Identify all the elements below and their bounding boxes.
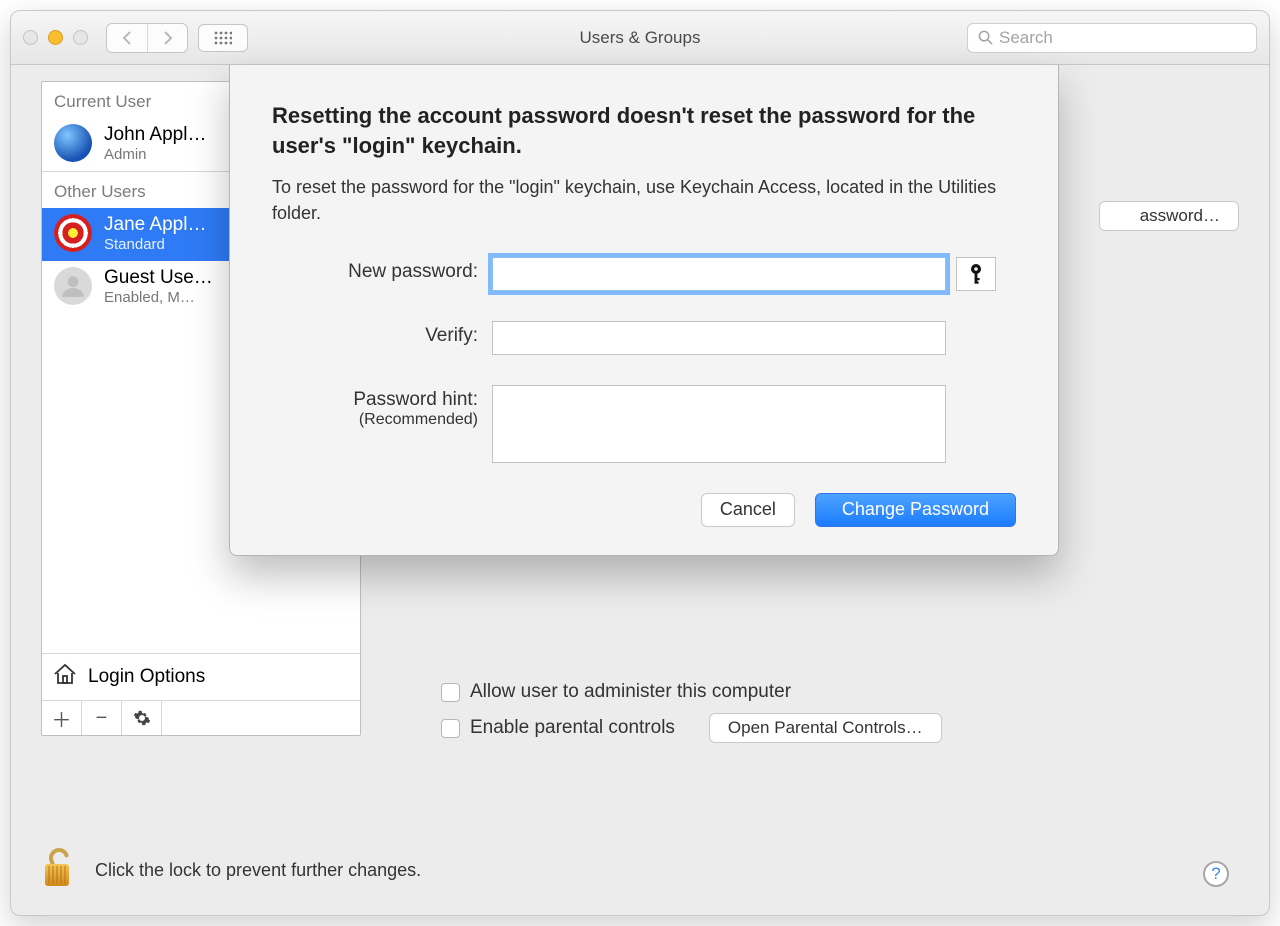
traffic-lights <box>23 30 88 45</box>
minimize-window-button[interactable] <box>48 30 63 45</box>
lock-footer: Click the lock to prevent further change… <box>41 846 1239 895</box>
verify-password-input[interactable] <box>492 321 946 355</box>
avatar-silhouette-icon <box>54 267 92 305</box>
parental-checkbox-label: Enable parental controls <box>470 717 675 739</box>
password-assistant-button[interactable] <box>956 257 996 291</box>
hint-label: Password hint: (Recommended) <box>272 385 492 429</box>
avatar-earth-icon <box>54 124 92 162</box>
search-input[interactable]: Search <box>967 23 1257 53</box>
checkbox-icon[interactable] <box>441 719 460 738</box>
actions-gear-button[interactable] <box>122 701 162 735</box>
pane-options: Allow user to administer this computer E… <box>441 671 1209 753</box>
new-password-label: New password: <box>272 257 492 283</box>
sidebar-tools: ＋ − <box>42 700 360 735</box>
search-icon <box>978 30 993 45</box>
show-all-button[interactable] <box>198 24 248 52</box>
verify-label: Verify: <box>272 321 492 347</box>
search-placeholder: Search <box>999 28 1053 48</box>
reset-password-button[interactable]: assword… <box>1099 201 1239 231</box>
change-password-button[interactable]: Change Password <box>815 493 1016 527</box>
password-hint-input[interactable] <box>492 385 946 463</box>
close-window-button[interactable] <box>23 30 38 45</box>
avatar-target-icon <box>54 214 92 252</box>
login-options-button[interactable]: Login Options <box>42 653 360 700</box>
house-icon <box>52 662 78 692</box>
help-button[interactable]: ? <box>1203 861 1229 887</box>
gear-icon <box>133 709 151 727</box>
user-name: Guest Use… <box>104 267 213 289</box>
unlocked-padlock-icon[interactable] <box>41 846 75 895</box>
admin-checkbox-row[interactable]: Allow user to administer this computer <box>441 681 1209 703</box>
user-name: John Appl… <box>104 124 206 146</box>
open-parental-controls-button[interactable]: Open Parental Controls… <box>709 713 942 743</box>
user-role: Standard <box>104 236 206 253</box>
admin-checkbox-label: Allow user to administer this computer <box>470 681 791 703</box>
reset-password-sheet: Resetting the account password doesn't r… <box>229 65 1059 556</box>
user-role: Enabled, M… <box>104 289 213 306</box>
user-name: Jane Appl… <box>104 214 206 236</box>
sheet-subtext: To reset the password for the "login" ke… <box>272 174 1016 226</box>
nav-back-forward <box>106 23 188 53</box>
titlebar: Users & Groups Search <box>11 11 1269 65</box>
parental-checkbox-row: Enable parental controls Open Parental C… <box>441 713 1209 743</box>
zoom-window-button[interactable] <box>73 30 88 45</box>
forward-button[interactable] <box>147 24 187 52</box>
add-user-button[interactable]: ＋ <box>42 701 82 735</box>
lock-help-text: Click the lock to prevent further change… <box>95 860 421 881</box>
user-role: Admin <box>104 146 206 163</box>
hint-sublabel: (Recommended) <box>272 411 478 429</box>
login-options-label: Login Options <box>88 666 205 688</box>
key-icon <box>968 263 984 285</box>
preferences-window: Users & Groups Search Current User John … <box>10 10 1270 916</box>
checkbox-icon[interactable] <box>441 683 460 702</box>
back-button[interactable] <box>107 24 147 52</box>
new-password-input[interactable] <box>492 257 946 291</box>
cancel-button[interactable]: Cancel <box>701 493 795 527</box>
sheet-heading: Resetting the account password doesn't r… <box>272 101 1016 160</box>
remove-user-button[interactable]: − <box>82 701 122 735</box>
